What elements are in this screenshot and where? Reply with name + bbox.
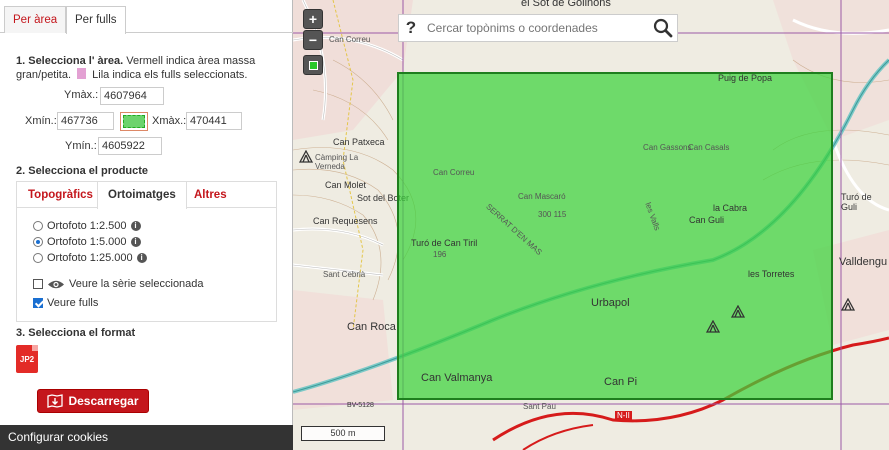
zoom-out-button[interactable]: − bbox=[303, 30, 323, 50]
map-label: Turó de Guli bbox=[841, 192, 872, 212]
map-label: Can Pi bbox=[604, 376, 638, 388]
option-ortho-2500[interactable]: Ortofoto 1:2.500 i bbox=[33, 220, 141, 232]
search-icon[interactable] bbox=[653, 18, 673, 38]
lilac-swatch bbox=[77, 68, 87, 79]
help-icon[interactable]: ? bbox=[399, 18, 423, 38]
map-label: Can Mascaró bbox=[518, 192, 566, 201]
show-series-label: Veure la sèrie seleccionada bbox=[69, 278, 204, 290]
jp2-format-button[interactable]: JP2 bbox=[16, 345, 38, 373]
xmin-input[interactable] bbox=[57, 112, 114, 130]
show-sheets-label: Veure fulls bbox=[47, 297, 99, 309]
map-label: Can Molet bbox=[325, 180, 367, 190]
map-label: Sant Cebrià bbox=[323, 270, 366, 279]
info-icon[interactable]: i bbox=[130, 221, 141, 231]
tab-orthoimages[interactable]: Ortoimatges bbox=[97, 182, 187, 209]
map-label: 196 bbox=[433, 250, 447, 259]
show-series-toggle[interactable]: Veure la sèrie seleccionada bbox=[33, 278, 204, 290]
step1-text: 1. Selecciona l' àrea. Vermell indica àr… bbox=[16, 54, 278, 82]
map-label: Turó de Can Tiril bbox=[411, 238, 478, 248]
xmax-label: Xmàx.: bbox=[152, 115, 187, 127]
map-label: Can Guli bbox=[689, 215, 725, 225]
selected-area-rectangle[interactable] bbox=[397, 72, 833, 400]
map-label: Urbapol bbox=[591, 297, 630, 309]
road-label: BV-5128 bbox=[347, 402, 374, 409]
map-label: Can Correu bbox=[329, 35, 371, 44]
ymax-label: Ymàx.: bbox=[64, 89, 99, 101]
step1-desc2: Lila indica els fulls seleccionats. bbox=[92, 69, 248, 81]
square-icon bbox=[309, 61, 318, 70]
option-label: Ortofoto 1:25.000 bbox=[47, 252, 133, 264]
map-label: Can Roca bbox=[347, 321, 396, 333]
xmax-input[interactable] bbox=[186, 112, 242, 130]
map-label: Can Valmanya bbox=[421, 372, 493, 384]
product-tabs: Topogràfics Ortoimatges Altres bbox=[17, 182, 276, 209]
tab-by-area[interactable]: Per àrea bbox=[4, 6, 67, 33]
map-label: Can Casals bbox=[688, 143, 730, 152]
search-input[interactable] bbox=[423, 16, 677, 40]
map-view[interactable]: el Sot de Golinons Can Patxeca Càmping L… bbox=[293, 0, 889, 450]
info-icon[interactable]: i bbox=[136, 253, 147, 263]
ymin-label: Ymín.: bbox=[65, 140, 97, 152]
rectangle-icon bbox=[123, 115, 145, 128]
option-label: Ortofoto 1:2.500 bbox=[47, 220, 127, 232]
map-label: Can Patxeca bbox=[333, 137, 385, 147]
radio-button[interactable] bbox=[33, 253, 43, 263]
side-panel: Per àrea Per fulls 1. Selecciona l' àrea… bbox=[0, 0, 293, 450]
step2-title: 2. Selecciona el producte bbox=[16, 165, 149, 177]
radio-button[interactable] bbox=[33, 237, 43, 247]
camping-icon bbox=[299, 150, 313, 163]
draw-area-button[interactable] bbox=[120, 112, 148, 131]
show-sheets-checkbox[interactable] bbox=[33, 298, 43, 308]
option-ortho-5000[interactable]: Ortofoto 1:5.000 i bbox=[33, 236, 141, 248]
ymin-input[interactable] bbox=[98, 137, 162, 155]
download-button[interactable]: Descarregar bbox=[37, 389, 149, 413]
map-scale: 500 m bbox=[301, 426, 385, 441]
tab-by-sheets[interactable]: Per fulls bbox=[66, 6, 126, 34]
camping-icon bbox=[706, 320, 720, 333]
road-label: N-II bbox=[615, 411, 632, 420]
option-ortho-25000[interactable]: Ortofoto 1:25.000 i bbox=[33, 252, 147, 264]
map-label: Valldengu bbox=[839, 256, 888, 268]
tab-others[interactable]: Altres bbox=[184, 182, 237, 208]
ymax-input[interactable] bbox=[100, 87, 164, 105]
map-label: el Sot de Golinons bbox=[521, 0, 611, 9]
xmin-label: Xmín.: bbox=[25, 115, 57, 127]
map-label: Can Correu bbox=[433, 168, 475, 177]
cookie-settings-link[interactable]: Configurar cookies bbox=[0, 425, 293, 450]
map-label: Sant Pau bbox=[523, 402, 556, 411]
option-label: Ortofoto 1:5.000 bbox=[47, 236, 127, 248]
eye-icon bbox=[48, 280, 64, 288]
map-label: Puig de Popa bbox=[718, 73, 773, 83]
product-box: Topogràfics Ortoimatges Altres Ortofoto … bbox=[16, 181, 277, 322]
info-icon[interactable]: i bbox=[130, 237, 141, 247]
step1-title: 1. Selecciona l' àrea. bbox=[16, 55, 124, 67]
tab-topographic[interactable]: Topogràfics bbox=[18, 182, 103, 208]
step3-title: 3. Selecciona el format bbox=[16, 327, 136, 339]
search-box: ? bbox=[398, 14, 678, 42]
map-label: 300 115 bbox=[538, 210, 567, 219]
map-label: Can Gassons bbox=[643, 143, 692, 152]
show-sheets-toggle[interactable]: Veure fulls bbox=[33, 297, 98, 309]
zoom-in-button[interactable]: + bbox=[303, 9, 323, 29]
map-label: Can Requesens bbox=[313, 216, 378, 226]
draw-rectangle-tool[interactable] bbox=[303, 55, 323, 75]
camping-icon bbox=[731, 305, 745, 318]
show-series-checkbox[interactable] bbox=[33, 279, 43, 289]
map-download-icon bbox=[47, 394, 64, 408]
radio-button[interactable] bbox=[33, 221, 43, 231]
camping-icon bbox=[841, 298, 855, 311]
mode-tabs: Per àrea Per fulls bbox=[0, 6, 293, 34]
map-label: la Cabra bbox=[713, 203, 748, 213]
map-label: les Torretes bbox=[748, 269, 795, 279]
download-label: Descarregar bbox=[68, 394, 139, 408]
map-label: Càmping La Verneda bbox=[315, 153, 359, 171]
